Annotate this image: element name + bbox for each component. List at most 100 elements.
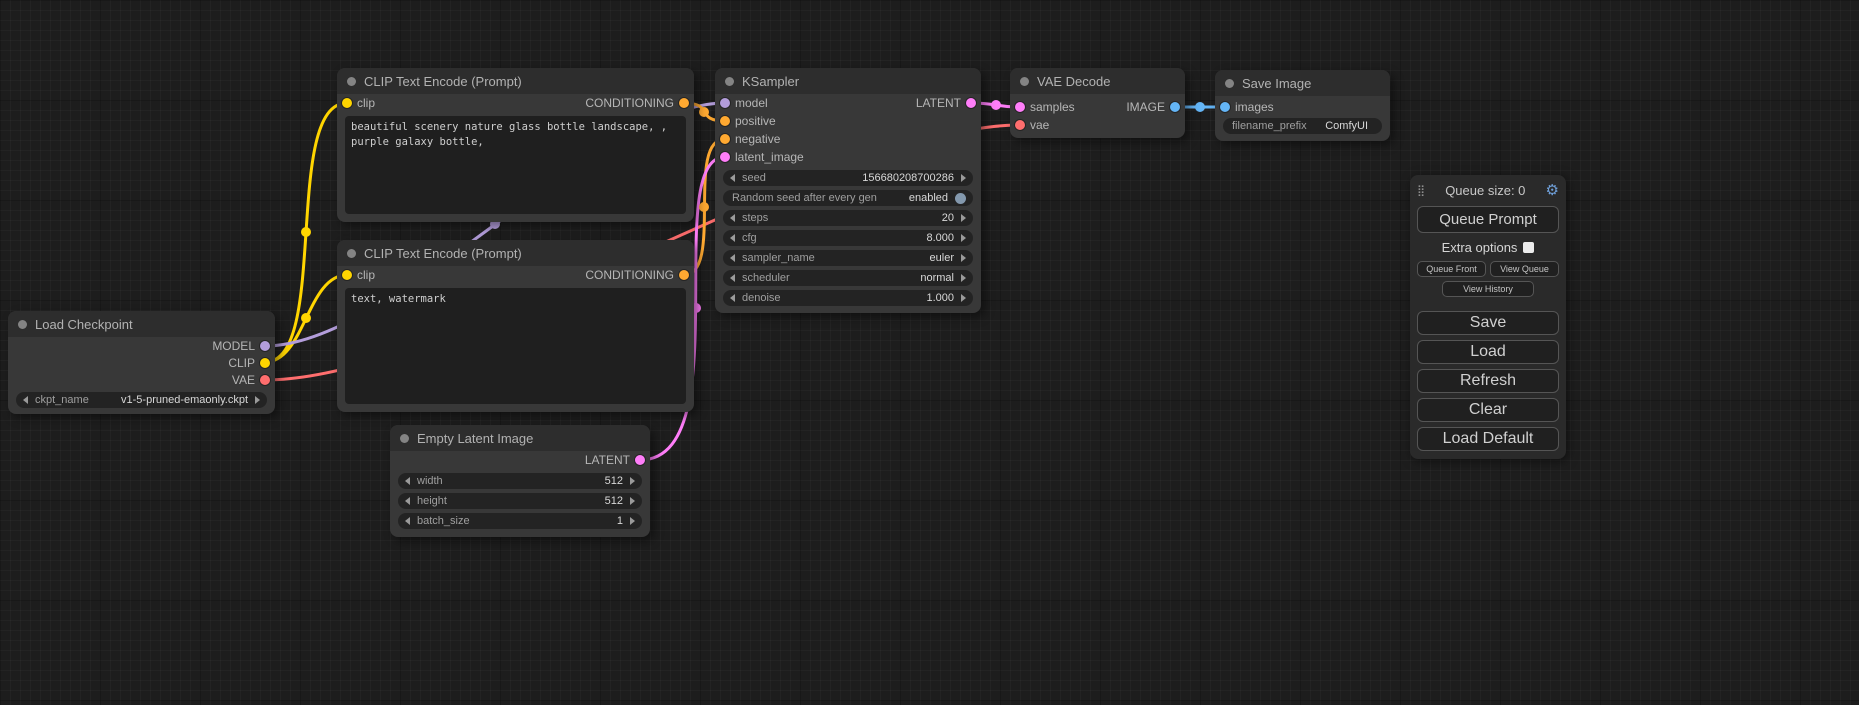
- widget-width[interactable]: width 512: [398, 473, 642, 489]
- collapse-dot-icon[interactable]: [347, 77, 356, 86]
- queue-prompt-button[interactable]: Queue Prompt: [1417, 206, 1559, 233]
- node-title-bar[interactable]: Load Checkpoint: [8, 311, 275, 337]
- widget-denoise[interactable]: denoise 1.000: [723, 290, 973, 306]
- decrement-arrow-icon[interactable]: [405, 477, 410, 485]
- toggle-dot-icon[interactable]: [955, 193, 966, 204]
- negative-prompt-textarea[interactable]: text, watermark: [345, 288, 686, 404]
- port-positive-in[interactable]: [720, 116, 730, 126]
- next-arrow-icon[interactable]: [961, 254, 966, 262]
- collapse-dot-icon[interactable]: [1225, 79, 1234, 88]
- node-title-bar[interactable]: CLIP Text Encode (Prompt): [337, 240, 694, 266]
- link-dot-clip-1: [301, 227, 311, 237]
- widget-random-seed-toggle[interactable]: Random seed after every gen enabled: [723, 190, 973, 206]
- widget-label: batch_size: [417, 515, 470, 527]
- port-image-out[interactable]: [1170, 102, 1180, 112]
- next-arrow-icon[interactable]: [961, 274, 966, 282]
- node-vae-decode[interactable]: VAE Decode samples IMAGE vae: [1010, 68, 1185, 138]
- port-latent-out[interactable]: [635, 455, 645, 465]
- increment-arrow-icon[interactable]: [961, 234, 966, 242]
- node-save-image[interactable]: Save Image images filename_prefix ComfyU…: [1215, 70, 1390, 141]
- widget-scheduler[interactable]: scheduler normal: [723, 270, 973, 286]
- collapse-dot-icon[interactable]: [347, 249, 356, 258]
- widget-height[interactable]: height 512: [398, 493, 642, 509]
- widget-steps[interactable]: steps 20: [723, 210, 973, 226]
- widget-ckpt-name[interactable]: ckpt_name v1-5-pruned-emaonly.ckpt: [16, 392, 267, 408]
- input-slot-images: images: [1215, 98, 1390, 116]
- decrement-arrow-icon[interactable]: [730, 234, 735, 242]
- port-negative-in[interactable]: [720, 134, 730, 144]
- increment-arrow-icon[interactable]: [961, 294, 966, 302]
- next-arrow-icon[interactable]: [255, 396, 260, 404]
- input-label: negative: [735, 132, 780, 146]
- extra-options-checkbox[interactable]: [1523, 242, 1534, 253]
- load-button[interactable]: Load: [1417, 340, 1559, 364]
- node-title-bar[interactable]: Empty Latent Image: [390, 425, 650, 451]
- widget-sampler-name[interactable]: sampler_name euler: [723, 250, 973, 266]
- widget-batch-size[interactable]: batch_size 1: [398, 513, 642, 529]
- widget-label: ckpt_name: [35, 394, 89, 406]
- port-vae-in[interactable]: [1015, 120, 1025, 130]
- increment-arrow-icon[interactable]: [630, 497, 635, 505]
- increment-arrow-icon[interactable]: [961, 214, 966, 222]
- widget-seed[interactable]: seed 156680208700286: [723, 170, 973, 186]
- save-button[interactable]: Save: [1417, 311, 1559, 335]
- widget-value: ComfyUI: [1325, 120, 1368, 132]
- port-clip-out[interactable]: [260, 358, 270, 368]
- port-model-in[interactable]: [720, 98, 730, 108]
- node-title-bar[interactable]: Save Image: [1215, 70, 1390, 96]
- collapse-dot-icon[interactable]: [725, 77, 734, 86]
- widget-cfg[interactable]: cfg 8.000: [723, 230, 973, 246]
- prev-arrow-icon[interactable]: [730, 254, 735, 262]
- decrement-arrow-icon[interactable]: [405, 497, 410, 505]
- decrement-arrow-icon[interactable]: [730, 174, 735, 182]
- prev-arrow-icon[interactable]: [730, 274, 735, 282]
- node-title-bar[interactable]: KSampler: [715, 68, 981, 94]
- node-ksampler[interactable]: KSampler model LATENT positive negative …: [715, 68, 981, 313]
- input-label: latent_image: [735, 150, 804, 164]
- positive-prompt-textarea[interactable]: beautiful scenery nature glass bottle la…: [345, 116, 686, 214]
- load-default-button[interactable]: Load Default: [1417, 427, 1559, 451]
- output-slot-latent: LATENT: [390, 451, 650, 469]
- settings-gear-icon[interactable]: ⚙: [1546, 183, 1559, 198]
- node-title-bar[interactable]: VAE Decode: [1010, 68, 1185, 94]
- node-empty-latent-image[interactable]: Empty Latent Image LATENT width 512 heig…: [390, 425, 650, 537]
- increment-arrow-icon[interactable]: [961, 174, 966, 182]
- view-history-button[interactable]: View History: [1442, 281, 1534, 297]
- view-queue-button[interactable]: View Queue: [1490, 261, 1559, 277]
- port-clip-in[interactable]: [342, 270, 352, 280]
- port-conditioning-out[interactable]: [679, 270, 689, 280]
- output-label: IMAGE: [1126, 100, 1165, 114]
- port-vae-out[interactable]: [260, 375, 270, 385]
- port-samples-in[interactable]: [1015, 102, 1025, 112]
- node-clip-text-encode-negative[interactable]: CLIP Text Encode (Prompt) clip CONDITION…: [337, 240, 694, 412]
- refresh-button[interactable]: Refresh: [1417, 369, 1559, 393]
- collapse-dot-icon[interactable]: [400, 434, 409, 443]
- decrement-arrow-icon[interactable]: [405, 517, 410, 525]
- widget-label: width: [417, 475, 443, 487]
- port-latent-image-in[interactable]: [720, 152, 730, 162]
- increment-arrow-icon[interactable]: [630, 517, 635, 525]
- widget-filename-prefix[interactable]: filename_prefix ComfyUI: [1223, 118, 1382, 134]
- prev-arrow-icon[interactable]: [23, 396, 28, 404]
- output-label: CONDITIONING: [585, 268, 674, 282]
- increment-arrow-icon[interactable]: [630, 477, 635, 485]
- collapse-dot-icon[interactable]: [18, 320, 27, 329]
- port-latent-out[interactable]: [966, 98, 976, 108]
- queue-front-button[interactable]: Queue Front: [1417, 261, 1486, 277]
- node-title-bar[interactable]: CLIP Text Encode (Prompt): [337, 68, 694, 94]
- comfy-menu-panel[interactable]: ⣿ Queue size: 0 ⚙ Queue Prompt Extra opt…: [1410, 175, 1566, 459]
- collapse-dot-icon[interactable]: [1020, 77, 1029, 86]
- node-load-checkpoint[interactable]: Load Checkpoint MODEL CLIP VAE ckpt_name…: [8, 311, 275, 414]
- node-clip-text-encode-positive[interactable]: CLIP Text Encode (Prompt) clip CONDITION…: [337, 68, 694, 222]
- port-images-in[interactable]: [1220, 102, 1230, 112]
- graph-canvas[interactable]: { "colors": { "model": "#B39DDB", "clip"…: [0, 0, 1859, 705]
- output-slot-vae: VAE: [8, 371, 275, 388]
- port-conditioning-out[interactable]: [679, 98, 689, 108]
- widget-label: denoise: [742, 292, 781, 304]
- port-clip-in[interactable]: [342, 98, 352, 108]
- drag-handle-icon[interactable]: ⣿: [1417, 184, 1425, 197]
- decrement-arrow-icon[interactable]: [730, 294, 735, 302]
- port-model-out[interactable]: [260, 341, 270, 351]
- decrement-arrow-icon[interactable]: [730, 214, 735, 222]
- clear-button[interactable]: Clear: [1417, 398, 1559, 422]
